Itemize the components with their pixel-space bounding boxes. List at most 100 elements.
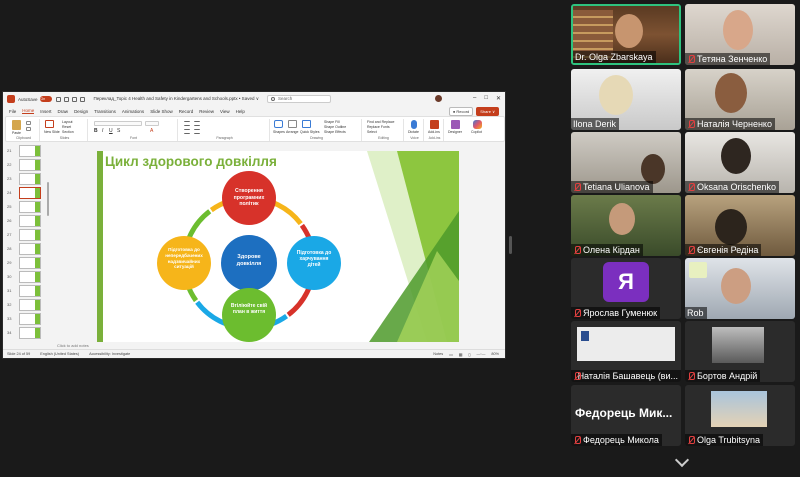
search-input[interactable]: Search — [267, 95, 331, 103]
slide-thumbnail[interactable]: 33 — [5, 312, 45, 326]
arrange-icon[interactable] — [288, 120, 297, 128]
bullets-icon[interactable] — [184, 121, 190, 126]
record-button[interactable]: ● Record — [448, 107, 474, 116]
slide-thumbnail[interactable]: 29 — [5, 256, 45, 270]
zoom-slider[interactable]: —◦— — [476, 352, 485, 357]
shapes-icon[interactable] — [274, 120, 283, 128]
slide-thumbnail[interactable]: 26 — [5, 214, 45, 228]
autosave-toggle[interactable]: On — [39, 96, 52, 102]
save-icon[interactable] — [55, 96, 61, 102]
tab-help[interactable]: Help — [236, 109, 245, 114]
slide-thumbnail[interactable]: 25 — [5, 200, 45, 214]
slide-thumbnail[interactable]: 24 — [5, 186, 45, 200]
participant-tile[interactable]: Ilona Derik — [571, 69, 681, 130]
tab-animations[interactable]: Animations — [122, 109, 144, 114]
participant-tile[interactable]: Rob — [685, 258, 795, 319]
thumbnail-accent — [35, 258, 40, 268]
reading-view-icon[interactable]: ▯ — [468, 352, 470, 357]
participant-tile[interactable]: Тетяна Зенченко — [685, 4, 795, 65]
slide-canvas[interactable]: Цикл здорового довкілля Здорове довкілля… — [97, 151, 459, 342]
slide-thumbnail[interactable]: 23 — [5, 172, 45, 186]
layout-button[interactable]: Layout — [62, 120, 73, 124]
chevron-down-icon[interactable] — [674, 452, 690, 468]
slide-thumbnail[interactable]: 32 — [5, 298, 45, 312]
accessibility-status[interactable]: Accessibility: Investigate — [89, 352, 130, 356]
minimize-icon[interactable]: – — [473, 95, 476, 102]
new-slide-icon[interactable] — [45, 120, 54, 128]
font-size-select[interactable] — [145, 121, 159, 126]
maximize-icon[interactable]: □ — [484, 95, 488, 102]
cut-icon[interactable] — [26, 121, 31, 125]
font-family-select[interactable] — [94, 121, 142, 126]
slide-thumbnail[interactable]: 31 — [5, 284, 45, 298]
participant-tile[interactable]: Наталія Черненко — [685, 69, 795, 130]
slide-thumbnail[interactable]: 30 — [5, 270, 45, 284]
slide-thumbnail[interactable]: 28 — [5, 242, 45, 256]
copilot-icon[interactable] — [473, 120, 482, 129]
shared-screen[interactable]: AutoSave On Переклад_Topic 4 Health and … — [2, 91, 506, 359]
tab-file[interactable]: File — [9, 109, 16, 114]
participant-tile[interactable]: Євгенія Редіна — [685, 195, 795, 256]
italic-button[interactable]: I — [102, 128, 103, 134]
find-replace-button[interactable]: Find and Replace — [367, 120, 394, 124]
replace-fonts-button[interactable]: Replace Fonts — [367, 125, 390, 129]
tab-slide-show[interactable]: Slide Show — [150, 109, 173, 114]
underline-button[interactable]: U — [109, 128, 113, 134]
dictate-icon[interactable] — [411, 120, 417, 129]
tab-home[interactable]: Home — [22, 108, 35, 114]
strikethrough-button[interactable]: S — [117, 128, 120, 134]
tab-record[interactable]: Record — [179, 109, 194, 114]
participant-tile[interactable]: Бортов Андрій — [685, 321, 795, 382]
share-button[interactable]: Share ∨ — [476, 107, 499, 116]
undo-icon[interactable] — [63, 96, 69, 102]
close-icon[interactable]: ✕ — [496, 95, 501, 102]
align-left-icon[interactable] — [184, 129, 190, 134]
participant-tile[interactable]: Олена Кірдан — [571, 195, 681, 256]
bold-button[interactable]: B — [94, 128, 98, 134]
participant-tile[interactable]: Федорець Мик... Федорець Микола — [571, 385, 681, 446]
slide-thumbnail[interactable]: 34 — [5, 326, 45, 340]
search-placeholder: Search — [278, 96, 293, 101]
slide-thumbnail[interactable]: 21 — [5, 144, 45, 158]
tab-insert[interactable]: Insert — [40, 109, 51, 114]
section-button[interactable]: Section — [62, 130, 74, 134]
tab-view[interactable]: View — [220, 109, 230, 114]
participant-tile[interactable]: Oksana Orischenko — [685, 132, 795, 193]
tab-draw[interactable]: Draw — [58, 109, 69, 114]
zoom-level[interactable]: 80% — [491, 352, 499, 357]
paste-icon[interactable] — [12, 120, 21, 130]
tab-transitions[interactable]: Transitions — [94, 109, 116, 114]
participant-tile[interactable]: Я Ярослав Гуменюк — [571, 258, 681, 319]
normal-view-icon[interactable]: ▭ — [449, 352, 453, 357]
numbering-icon[interactable] — [194, 121, 200, 126]
language-indicator[interactable]: English (United States) — [40, 352, 79, 356]
present-icon[interactable] — [79, 96, 85, 102]
participant-tile[interactable]: Наталія Башавець (ви... — [571, 321, 681, 382]
thumbnail-scrollbar[interactable] — [47, 182, 49, 216]
shape-effects-button[interactable]: Shape Effects — [324, 130, 346, 134]
slide-thumbnail[interactable]: 22 — [5, 158, 45, 172]
document-title[interactable]: Переклад_Topic 4 Health and Safety in Ki… — [94, 96, 259, 102]
align-center-icon[interactable] — [194, 129, 200, 134]
participant-tile[interactable]: Dr. Olga Zbarskaya — [571, 4, 681, 65]
slide-thumbnail[interactable]: 27 — [5, 228, 45, 242]
participant-tile[interactable]: Tetiana Ulianova — [571, 132, 681, 193]
shape-outline-button[interactable]: Shape Outline — [324, 125, 346, 129]
notes-button[interactable]: Notes — [433, 352, 443, 357]
font-color-button[interactable]: A — [150, 128, 153, 134]
quick-styles-icon[interactable] — [302, 120, 311, 128]
shape-fill-button[interactable]: Shape Fill — [324, 120, 340, 124]
copy-icon[interactable] — [26, 127, 31, 131]
addins-icon[interactable] — [430, 120, 439, 129]
designer-icon[interactable] — [451, 120, 460, 129]
reset-button[interactable]: Reset — [62, 125, 71, 129]
select-button[interactable]: Select — [367, 130, 377, 134]
tab-design[interactable]: Design — [74, 109, 88, 114]
sorter-view-icon[interactable]: ▦ — [459, 352, 463, 357]
tab-review[interactable]: Review — [199, 109, 214, 114]
panel-resize-handle[interactable] — [509, 236, 512, 254]
participant-name-text: Федорець Микола — [583, 435, 659, 445]
redo-icon[interactable] — [71, 96, 77, 102]
account-avatar[interactable] — [435, 95, 442, 102]
participant-tile[interactable]: Olga Trubitsyna — [685, 385, 795, 446]
